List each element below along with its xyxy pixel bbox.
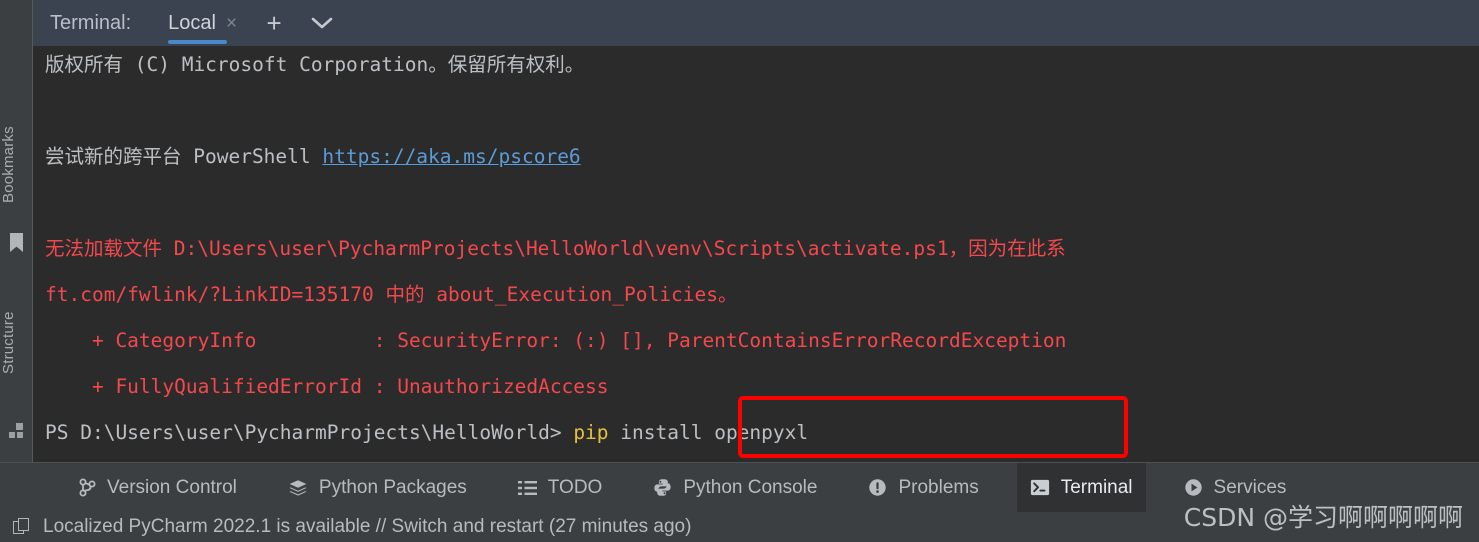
tool-window-label: Version Control — [107, 476, 237, 498]
terminal-text: 无法加载文件 D:\Users\user\PycharmProjects\Hel… — [45, 237, 1066, 260]
tool-window-version-control[interactable]: Version Control — [66, 463, 250, 513]
python-icon — [653, 478, 672, 497]
terminal-text: + FullyQualifiedErrorId : UnauthorizedAc… — [45, 375, 609, 398]
tool-window-label: Python Console — [683, 476, 818, 498]
exclamation-circle-icon — [868, 478, 887, 497]
terminal-command: pip — [573, 421, 609, 444]
terminal-tab-label: Local — [168, 11, 216, 34]
tool-window-label: Services — [1213, 476, 1287, 498]
add-terminal-tab-icon[interactable]: + — [261, 10, 287, 36]
play-circle-icon — [1184, 478, 1203, 497]
tool-window-terminal[interactable]: Terminal — [1016, 462, 1146, 513]
terminal-output[interactable]: 版权所有 (C) Microsoft Corporation。保留所有权利。 尝… — [33, 46, 1479, 462]
tool-window-label: Terminal — [1060, 476, 1133, 498]
chevron-down-icon[interactable] — [309, 10, 335, 36]
tool-window-services[interactable]: Services — [1171, 463, 1300, 513]
tool-window-python-console[interactable]: Python Console — [640, 463, 830, 513]
terminal-line: ft.com/fwlink/?LinkID=135170 中的 about_Ex… — [45, 284, 737, 306]
tool-window-label: TODO — [547, 476, 603, 498]
terminal-line: + CategoryInfo : SecurityError: (:) [], … — [45, 330, 1066, 352]
tool-window-label: Python Packages — [318, 476, 467, 498]
tool-window-todo[interactable]: TODO — [505, 463, 616, 513]
active-tab-indicator — [168, 40, 228, 44]
branch-icon — [79, 478, 96, 497]
tool-window-python-packages[interactable]: Python Packages — [275, 463, 480, 513]
terminal-line: + FullyQualifiedErrorId : UnauthorizedAc… — [45, 376, 609, 398]
tool-window-bar: Version Control Python Packages TODO Python… — [0, 462, 1479, 513]
sidebar-item-bookmarks[interactable]: Bookmarks — [0, 110, 33, 220]
terminal-line: 无法加载文件 D:\Users\user\PycharmProjects\Hel… — [45, 238, 1066, 260]
terminal-link[interactable]: https://aka.ms/pscore6 — [322, 145, 580, 168]
terminal-text: ft.com/fwlink/?LinkID=135170 中的 about_Ex… — [45, 283, 738, 306]
tool-window-label: Problems — [898, 476, 979, 498]
terminal-text: 版权所有 (C) Microsoft Corporation。保留所有权利。 — [45, 53, 585, 76]
terminal-window-title: Terminal: — [50, 11, 132, 34]
terminal-line: 版权所有 (C) Microsoft Corporation。保留所有权利。 — [45, 54, 584, 76]
status-bar: Localized PyCharm 2022.1 is available //… — [0, 512, 1479, 542]
terminal-icon — [1030, 479, 1050, 496]
list-icon — [517, 480, 537, 496]
terminal-text: + CategoryInfo : SecurityError: (:) [], … — [45, 329, 1067, 352]
terminal-text: PS D:\Users\user\PycharmProjects\HelloWo… — [45, 421, 574, 444]
terminal-text: install openpyxl — [608, 421, 809, 444]
terminal-tab-local[interactable]: Local × — [168, 0, 237, 46]
grid-icon[interactable] — [9, 423, 25, 439]
bookmark-icon[interactable] — [10, 233, 23, 252]
layers-icon — [288, 479, 308, 497]
close-icon[interactable]: × — [226, 14, 237, 33]
left-tool-rail: Bookmarks Structure — [0, 0, 33, 462]
terminal-line: 尝试新的跨平台 PowerShell https://aka.ms/pscore… — [45, 146, 581, 168]
tool-window-problems[interactable]: Problems — [855, 463, 991, 513]
terminal-text: 尝试新的跨平台 PowerShell — [45, 145, 323, 168]
status-message[interactable]: Localized PyCharm 2022.1 is available //… — [43, 516, 691, 538]
pycharm-terminal-window: Bookmarks Structure Terminal: Local × + … — [0, 0, 1479, 542]
terminal-line: PS D:\Users\user\PycharmProjects\HelloWo… — [45, 422, 808, 444]
sidebar-item-structure[interactable]: Structure — [0, 295, 33, 390]
terminal-tab-bar: Terminal: Local × + — [33, 0, 1479, 46]
window-icon — [13, 518, 31, 536]
